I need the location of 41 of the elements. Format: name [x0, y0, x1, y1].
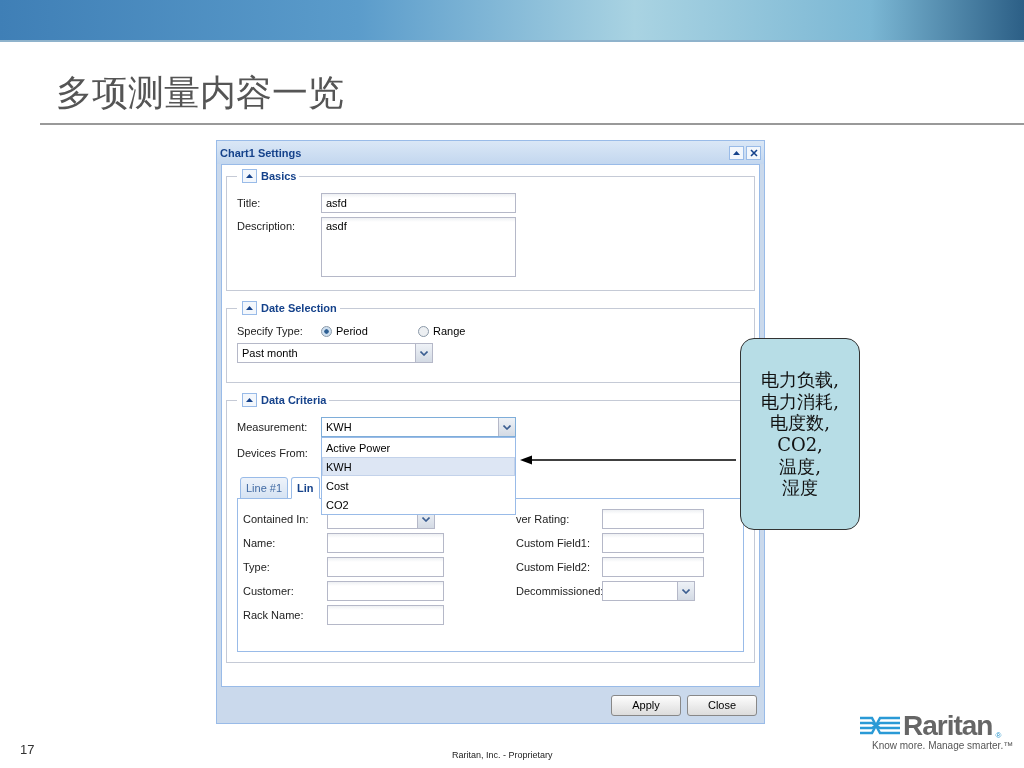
- field-label: Name:: [243, 537, 277, 549]
- dialog-button[interactable]: Apply: [611, 694, 681, 716]
- text-field[interactable]: asfd: [321, 193, 516, 213]
- section-title: Basics: [261, 170, 297, 182]
- field-label: Custom Field1:: [516, 537, 591, 549]
- callout-line: 电力消耗,: [761, 390, 839, 413]
- radio-option[interactable]: Period: [321, 325, 418, 337]
- callout-line: 湿度: [782, 477, 818, 499]
- field-label: Custom Field2:: [516, 561, 591, 573]
- text-area[interactable]: asdf: [321, 217, 516, 277]
- callout-line: 温度,: [779, 455, 821, 478]
- callout-line: 电度数,: [770, 412, 830, 434]
- logo-tagline: Know more. Manage smarter.™: [872, 740, 1014, 751]
- field-label: Measurement:: [237, 421, 309, 433]
- field-label: Type:: [243, 561, 271, 573]
- registered-mark: ®: [995, 731, 1002, 740]
- dropdown-item[interactable]: KWH: [322, 457, 515, 476]
- field-label: Customer:: [243, 585, 295, 597]
- slide-title: 多项测量内容一览: [56, 72, 344, 115]
- field-label: Specify Type:: [237, 325, 304, 337]
- field-label: Decommissioned:: [516, 585, 602, 597]
- dialog-title: Chart1 Settings: [220, 146, 303, 159]
- callout-line: CO2,: [777, 434, 823, 456]
- field-label: Devices From:: [237, 447, 309, 459]
- logo-wordmark: Raritan: [903, 712, 993, 740]
- field-label: Rack Name:: [243, 609, 305, 621]
- radio-option[interactable]: Range: [418, 325, 515, 337]
- callout-line: 电力负载,: [761, 369, 839, 391]
- field-label: ver Rating:: [516, 513, 571, 525]
- dialog-button[interactable]: Close: [687, 694, 757, 716]
- tab[interactable]: Lin: [291, 477, 320, 499]
- section-title: Date Selection: [261, 302, 337, 314]
- field-label: Description:: [237, 219, 297, 232]
- section-title: Data Criteria: [261, 394, 327, 406]
- field-label: Title:: [237, 197, 262, 209]
- tab[interactable]: Line #1: [240, 477, 289, 499]
- combo-field[interactable]: KWH: [321, 417, 516, 437]
- page-number: 17: [20, 742, 35, 757]
- footer-text: Raritan, Inc. - Proprietary: [452, 750, 553, 760]
- field-label: Contained In:: [243, 513, 310, 525]
- select-field[interactable]: Past month: [237, 343, 433, 363]
